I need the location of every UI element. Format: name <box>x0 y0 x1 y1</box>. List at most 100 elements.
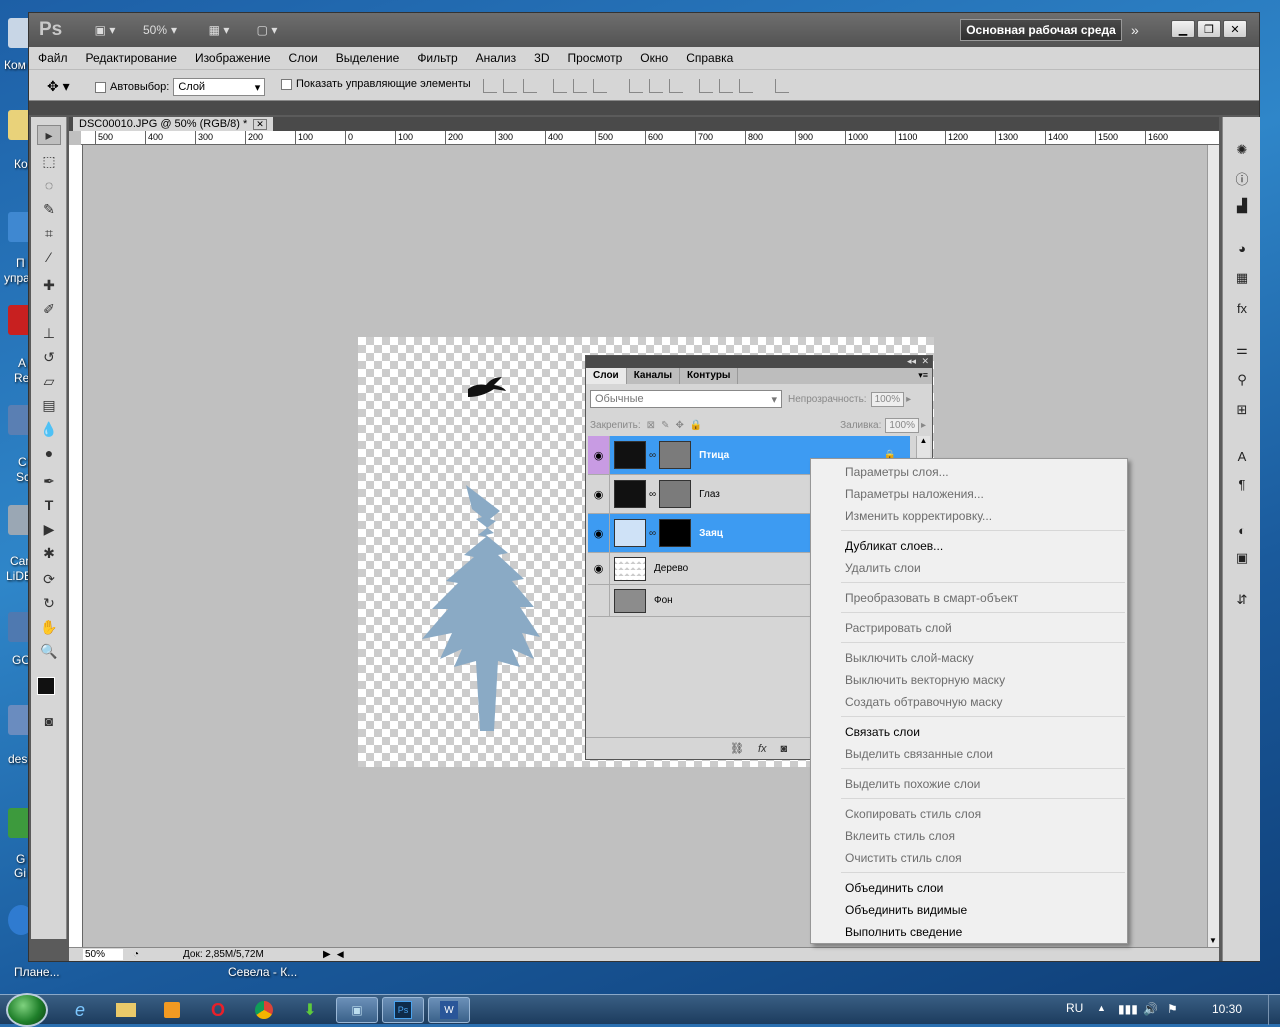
move-tool-icon[interactable]: ▸ <box>37 125 61 145</box>
quick-mask-icon[interactable]: ◙ <box>37 711 61 731</box>
distribute-hcenter-icon[interactable] <box>719 79 733 93</box>
move-tool-preset-icon[interactable]: ✥ ▾ <box>47 78 70 95</box>
volume-icon[interactable]: 🔊 <box>1143 1002 1158 1016</box>
paragraph-icon[interactable]: ¶ <box>1232 475 1252 493</box>
hand-tool-icon[interactable]: ✋ <box>37 617 61 637</box>
foreground-color-swatch[interactable] <box>37 677 55 695</box>
lock-position-icon[interactable]: ✥ <box>675 420 683 431</box>
eyedropper-tool-icon[interactable]: ⁄ <box>37 247 61 267</box>
status-zoom[interactable]: 50% <box>83 949 123 960</box>
history-brush-tool-icon[interactable]: ↺ <box>37 347 61 367</box>
tray-expand-icon[interactable]: ▲ <box>1097 1003 1106 1013</box>
marquee-tool-icon[interactable]: ⬚ <box>37 151 61 171</box>
lock-all-icon[interactable]: 🔒 <box>690 420 702 431</box>
taskbar-opera-icon[interactable]: O <box>198 997 238 1023</box>
type-tool-icon[interactable]: T <box>37 495 61 515</box>
scroll-left-icon[interactable]: ◀ <box>337 949 344 960</box>
tab-layers[interactable]: Слои <box>586 368 627 384</box>
masks-icon[interactable]: ⚲ <box>1232 371 1252 389</box>
align-left-icon[interactable] <box>553 79 567 93</box>
distribute-vcenter-icon[interactable] <box>649 79 663 93</box>
collapse-panel-icon[interactable]: ◂◂ <box>907 356 916 367</box>
autoselect-dropdown[interactable]: Слой ▾ <box>173 78 266 96</box>
zoom-dropdown[interactable]: 50% ▾ <box>143 19 187 41</box>
maximize-button[interactable]: ❐ <box>1197 20 1221 38</box>
taskbar-ie-icon[interactable]: e <box>60 997 100 1023</box>
visibility-eye-icon[interactable]: ◉ <box>588 436 610 474</box>
pen-tool-icon[interactable]: ✒ <box>37 471 61 491</box>
clock[interactable]: 10:30 <box>1212 1002 1242 1016</box>
workspace-button[interactable]: Основная рабочая среда <box>960 19 1122 41</box>
taskbar-photoshop-icon[interactable]: Ps <box>382 997 424 1023</box>
eraser-tool-icon[interactable]: ▱ <box>37 371 61 391</box>
swatches-icon[interactable]: ▦ <box>1232 269 1252 287</box>
context-menu-item[interactable]: Дубликат слоев... <box>811 535 1127 557</box>
styles-icon[interactable]: fx <box>1232 299 1252 317</box>
healing-brush-tool-icon[interactable]: ✚ <box>37 275 61 295</box>
scroll-down-icon[interactable]: ▼ <box>1209 936 1217 945</box>
clone-source-icon[interactable]: ◐ <box>1232 521 1252 539</box>
blend-mode-dropdown[interactable]: Обычные ▾ <box>590 390 782 408</box>
layer-mask-thumbnail[interactable] <box>659 480 692 508</box>
dodge-tool-icon[interactable]: ● <box>37 443 61 463</box>
taskbar-explorer-icon[interactable] <box>106 997 146 1023</box>
shape-tool-icon[interactable]: ✱ <box>37 543 61 563</box>
arrange-documents-icon[interactable]: ▦ ▾ <box>201 19 237 41</box>
menu-edit[interactable]: Редактирование <box>77 47 186 69</box>
auto-align-icon[interactable] <box>775 79 789 93</box>
visibility-toggle[interactable] <box>588 585 610 616</box>
info-icon[interactable]: ⓘ <box>1232 169 1252 187</box>
expand-icon[interactable]: » <box>1131 19 1139 41</box>
taskbar-download-icon[interactable]: ⬇ <box>290 997 330 1023</box>
brushes-icon[interactable]: ▣ <box>1232 549 1252 567</box>
character-icon[interactable]: A <box>1232 447 1252 465</box>
lasso-tool-icon[interactable]: ◌ <box>37 175 61 195</box>
show-controls-checkbox[interactable] <box>281 78 292 90</box>
distribute-top-icon[interactable] <box>629 79 643 93</box>
close-tab-icon[interactable]: ✕ <box>253 118 267 130</box>
menu-layers[interactable]: Слои <box>280 47 327 69</box>
start-button[interactable] <box>6 993 48 1027</box>
distribute-right-icon[interactable] <box>739 79 753 93</box>
scroll-up-icon[interactable]: ▲ <box>917 436 930 445</box>
visibility-eye-icon[interactable]: ◉ <box>588 514 610 552</box>
clone-stamp-tool-icon[interactable]: ⊥ <box>37 323 61 343</box>
show-desktop-button[interactable] <box>1268 995 1280 1025</box>
3d-orbit-tool-icon[interactable]: ↻ <box>37 593 61 613</box>
close-button[interactable]: ✕ <box>1223 20 1247 38</box>
gradient-tool-icon[interactable]: ▤ <box>37 395 61 415</box>
opacity-input[interactable]: 100% <box>870 391 905 407</box>
autoselect-checkbox[interactable] <box>95 81 106 93</box>
menu-select[interactable]: Выделение <box>327 47 409 69</box>
quick-selection-tool-icon[interactable]: ✎ <box>37 199 61 219</box>
fill-arrow-icon[interactable]: ▸ <box>921 420 926 431</box>
action-center-flag-icon[interactable]: ⚑ <box>1167 1002 1178 1016</box>
tab-paths[interactable]: Контуры <box>680 368 739 384</box>
layer-mask-thumbnail[interactable] <box>659 441 692 469</box>
distribute-left-icon[interactable] <box>699 79 713 93</box>
distribute-bottom-icon[interactable] <box>669 79 683 93</box>
context-menu-item[interactable]: Связать слои <box>811 721 1127 743</box>
3d-rotate-tool-icon[interactable]: ⟳ <box>37 569 61 589</box>
menu-help[interactable]: Справка <box>677 47 742 69</box>
menu-3d[interactable]: 3D <box>525 47 558 69</box>
navigator-icon[interactable]: ✺ <box>1232 141 1252 159</box>
document-tab[interactable]: DSC00010.JPG @ 50% (RGB/8) * ✕ <box>73 117 273 131</box>
zoom-tool-icon[interactable]: 🔍 <box>37 641 61 661</box>
close-panel-icon[interactable]: ✕ <box>921 356 929 367</box>
tab-channels[interactable]: Каналы <box>627 368 680 384</box>
visibility-eye-icon[interactable]: ◉ <box>588 553 610 584</box>
brush-tool-icon[interactable]: ✐ <box>37 299 61 319</box>
panel-menu-icon[interactable]: ▾≡ <box>914 368 932 384</box>
vertical-scrollbar[interactable]: ▼ <box>1207 145 1219 947</box>
lock-pixels-icon[interactable]: ✎ <box>661 420 669 431</box>
link-layers-icon[interactable]: ⛓ <box>730 742 744 755</box>
align-bottom-icon[interactable] <box>523 79 537 93</box>
align-hcenter-icon[interactable] <box>573 79 587 93</box>
status-info-icon[interactable]: ◔ <box>133 949 139 960</box>
history-icon[interactable]: ⇵ <box>1232 591 1252 609</box>
taskbar-app-icon[interactable]: ▣ <box>336 997 378 1023</box>
minimize-button[interactable]: ▁ <box>1171 20 1195 38</box>
fx-icon[interactable]: fx <box>758 743 767 755</box>
context-menu-item[interactable]: Объединить видимые <box>811 899 1127 921</box>
